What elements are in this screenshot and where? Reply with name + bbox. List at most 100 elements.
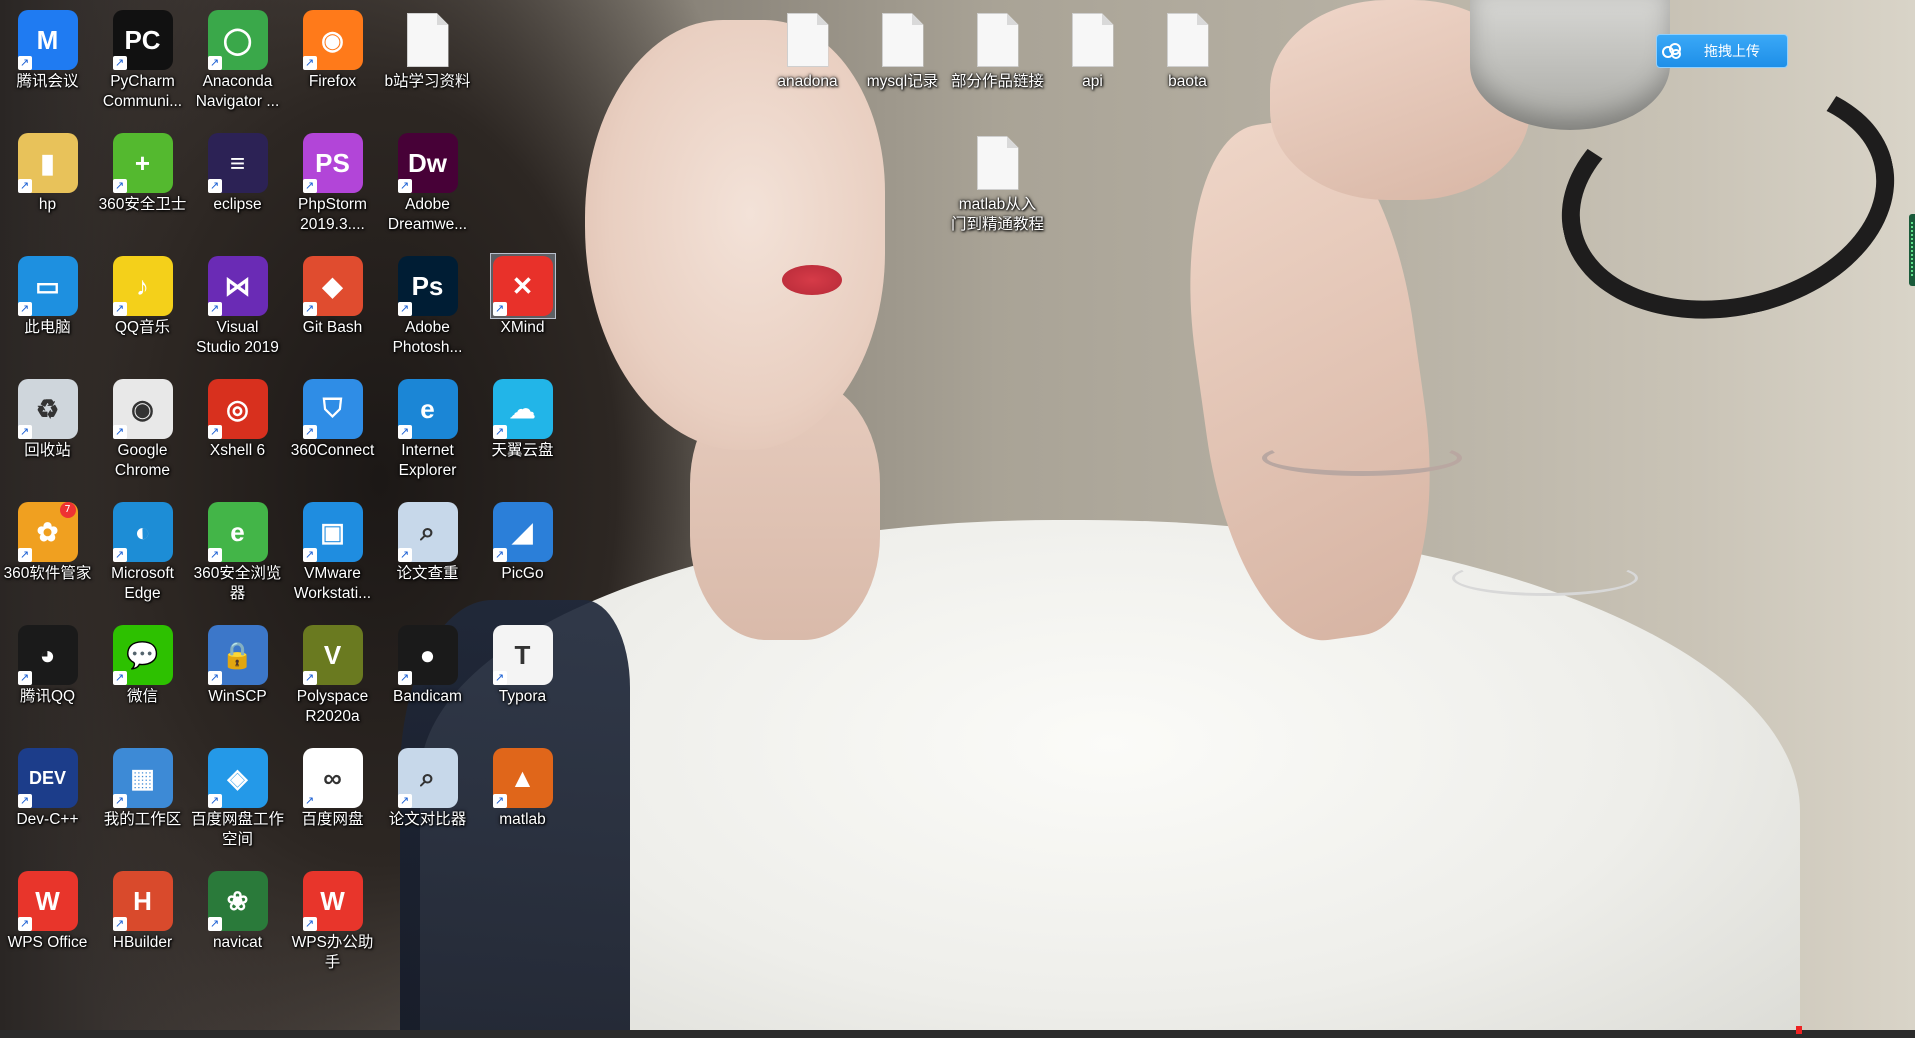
magnifier-icon: ⌕ ↗ bbox=[396, 500, 460, 564]
shortcut-arrow-icon: ↗ bbox=[397, 794, 412, 808]
typora-icon: T ↗ bbox=[491, 623, 555, 687]
shortcut-arrow-icon: ↗ bbox=[397, 548, 412, 562]
shortcut-arrow-icon: ↗ bbox=[492, 794, 507, 808]
anaconda-icon: ◯ ↗ bbox=[206, 8, 270, 72]
desktop-icon-360-browser[interactable]: e ↗ 360安全浏览 器 bbox=[190, 500, 285, 604]
desktop-icon-wps-assistant[interactable]: W ↗ WPS办公助 手 bbox=[285, 869, 380, 973]
shortcut-arrow-icon: ↗ bbox=[112, 917, 127, 931]
desktop-icon-360connect[interactable]: ⛉ ↗ 360Connect bbox=[285, 377, 380, 461]
shortcut-arrow-icon: ↗ bbox=[207, 425, 222, 439]
desktop-icon-navicat[interactable]: ❀ ↗ navicat bbox=[190, 869, 285, 953]
desktop-icon-qq-music[interactable]: ♪ ↗ QQ音乐 bbox=[95, 254, 190, 338]
desktop-icon-xshell[interactable]: ◎ ↗ Xshell 6 bbox=[190, 377, 285, 461]
workspace-icon: ▦ ↗ bbox=[111, 746, 175, 810]
desktop-icon-baidu-workspace[interactable]: ◈ ↗ 百度网盘工作 空间 bbox=[190, 746, 285, 850]
desktop-icon-dev-cpp[interactable]: DEV ↗ Dev-C++ bbox=[0, 746, 95, 830]
shortcut-arrow-icon: ↗ bbox=[112, 794, 127, 808]
desktop-icon-file[interactable]: anadona bbox=[760, 8, 855, 92]
desktop-icon-polyspace[interactable]: V ↗ Polyspace R2020a bbox=[285, 623, 380, 727]
shortcut-arrow-icon: ↗ bbox=[302, 179, 317, 193]
file-icon bbox=[871, 8, 935, 72]
desktop-icon-tencent-meeting[interactable]: M ↗ 腾讯会议 bbox=[0, 8, 95, 92]
desktop-icon-magnifier[interactable]: ⌕ ↗ 论文对比器 bbox=[380, 746, 475, 830]
desktop-icon-file[interactable]: b站学习资料 bbox=[380, 8, 475, 92]
desktop-icon-file[interactable]: 部分作品链接 bbox=[950, 8, 1045, 92]
desktop-icon-label: 我的工作区 bbox=[103, 811, 182, 828]
desktop-icon-wps-office[interactable]: W ↗ WPS Office bbox=[0, 869, 95, 953]
desktop-icon-qq-penguin[interactable]: ◕ ↗ 腾讯QQ bbox=[0, 623, 95, 707]
desktop-icon-file[interactable]: baota bbox=[1140, 8, 1235, 92]
desktop-icon-baidu-netdisk[interactable]: ∞ ↗ 百度网盘 bbox=[285, 746, 380, 830]
file-icon bbox=[396, 8, 460, 72]
desktop-icon-file[interactable]: matlab从入 门到精通教程 bbox=[950, 131, 1045, 235]
desktop-icon-360-software-manager[interactable]: ✿ ↗ 7 360软件管家 bbox=[0, 500, 95, 584]
desktop-icon-magnifier[interactable]: ⌕ ↗ 论文查重 bbox=[380, 500, 475, 584]
desktop-icon-firefox[interactable]: ◉ ↗ Firefox bbox=[285, 8, 380, 92]
desktop-icon-label: api bbox=[1082, 73, 1103, 90]
desktop-icon-chrome[interactable]: ◉ ↗ Google Chrome bbox=[95, 377, 190, 481]
magnifier-icon: ⌕ ↗ bbox=[396, 746, 460, 810]
desktop-icon-label: Bandicam bbox=[393, 688, 462, 705]
shortcut-arrow-icon: ↗ bbox=[302, 548, 317, 562]
desktop-icon-label: Internet Explorer bbox=[398, 442, 457, 479]
desktop-icon-tianyi-cloud[interactable]: ☁ ↗ 天翼云盘 bbox=[475, 377, 570, 461]
matlab-icon: ▲ ↗ bbox=[491, 746, 555, 810]
desktop-icon-vmware[interactable]: ▣ ↗ VMware Workstati... bbox=[285, 500, 380, 604]
winscp-icon: 🔒 ↗ bbox=[206, 623, 270, 687]
desktop-icon-picgo[interactable]: ◢ ↗ PicGo bbox=[475, 500, 570, 584]
desktop-icon-label: Adobe Dreamwe... bbox=[387, 196, 468, 233]
360-browser-icon: e ↗ bbox=[206, 500, 270, 564]
vmware-icon: ▣ ↗ bbox=[301, 500, 365, 564]
desktop-icon-dreamweaver[interactable]: Dw ↗ Adobe Dreamwe... bbox=[380, 131, 475, 235]
taskbar-notification-mark bbox=[1796, 1026, 1802, 1034]
desktop-icon-bandicam[interactable]: ● ↗ Bandicam bbox=[380, 623, 475, 707]
desktop-icon-file[interactable]: api bbox=[1045, 8, 1140, 92]
desktop-icon-label: matlab从入 门到精通教程 bbox=[950, 196, 1044, 233]
shortcut-arrow-icon: ↗ bbox=[397, 671, 412, 685]
desktop-icon-this-pc[interactable]: ▭ ↗ 此电脑 bbox=[0, 254, 95, 338]
desktop-icon-winscp[interactable]: 🔒 ↗ WinSCP bbox=[190, 623, 285, 707]
drag-upload-button[interactable]: 拖拽上传 bbox=[1656, 34, 1788, 68]
shortcut-arrow-icon: ↗ bbox=[207, 794, 222, 808]
desktop-icon-internet-explorer[interactable]: e ↗ Internet Explorer bbox=[380, 377, 475, 481]
desktop-icon-label: XMind bbox=[500, 319, 545, 336]
file-icon bbox=[966, 8, 1030, 72]
desktop-icon-file[interactable]: mysql记录 bbox=[855, 8, 950, 92]
desktop-icon-workspace[interactable]: ▦ ↗ 我的工作区 bbox=[95, 746, 190, 830]
desktop-icon-pycharm[interactable]: PC ↗ PyCharm Communi... bbox=[95, 8, 190, 112]
drag-upload-label: 拖拽上传 bbox=[1704, 43, 1760, 59]
desktop-icon-visual-studio[interactable]: ⋈ ↗ Visual Studio 2019 bbox=[190, 254, 285, 358]
shortcut-arrow-icon: ↗ bbox=[112, 671, 127, 685]
desktop-icon-label: 百度网盘 bbox=[301, 811, 364, 828]
desktop-icon-phpstorm[interactable]: PS ↗ PhpStorm 2019.3.... bbox=[285, 131, 380, 235]
shortcut-arrow-icon: ↗ bbox=[302, 794, 317, 808]
wps-office-icon: W ↗ bbox=[16, 869, 80, 933]
desktop-icon-typora[interactable]: T ↗ Typora bbox=[475, 623, 570, 707]
desktop-icon-label: Git Bash bbox=[302, 319, 363, 336]
desktop-icon-photoshop[interactable]: Ps ↗ Adobe Photosh... bbox=[380, 254, 475, 358]
side-widget-handle[interactable] bbox=[1909, 214, 1915, 286]
shortcut-arrow-icon: ↗ bbox=[17, 671, 32, 685]
shortcut-arrow-icon: ↗ bbox=[17, 425, 32, 439]
xshell-icon: ◎ ↗ bbox=[206, 377, 270, 441]
shortcut-arrow-icon: ↗ bbox=[112, 179, 127, 193]
desktop-icon-folder-user[interactable]: ▮ ↗ hp bbox=[0, 131, 95, 215]
shortcut-arrow-icon: ↗ bbox=[207, 56, 222, 70]
desktop-icon-recycle-bin[interactable]: ♻ ↗ 回收站 bbox=[0, 377, 95, 461]
desktop-icon-edge[interactable]: ◐ ↗ Microsoft Edge bbox=[95, 500, 190, 604]
shortcut-arrow-icon: ↗ bbox=[112, 548, 127, 562]
desktop-icon-360-safe[interactable]: + ↗ 360安全卫士 bbox=[95, 131, 190, 215]
desktop-icon-xmind[interactable]: ✕ ↗ XMind bbox=[475, 253, 570, 338]
dev-cpp-icon: DEV ↗ bbox=[16, 746, 80, 810]
qq-music-icon: ♪ ↗ bbox=[111, 254, 175, 318]
desktop-icon-anaconda[interactable]: ◯ ↗ Anaconda Navigator ... bbox=[190, 8, 285, 112]
desktop-icon-hbuilder[interactable]: H ↗ HBuilder bbox=[95, 869, 190, 953]
desktop-icon-git-bash[interactable]: ◆ ↗ Git Bash bbox=[285, 254, 380, 338]
shortcut-arrow-icon: ↗ bbox=[207, 548, 222, 562]
desktop-icon-label: 天翼云盘 bbox=[491, 442, 554, 459]
desktop-icon-matlab[interactable]: ▲ ↗ matlab bbox=[475, 746, 570, 830]
desktop-icon-eclipse[interactable]: ≡ ↗ eclipse bbox=[190, 131, 285, 215]
desktop-icon-wechat[interactable]: 💬 ↗ 微信 bbox=[95, 623, 190, 707]
dreamweaver-icon: Dw ↗ bbox=[396, 131, 460, 195]
visual-studio-icon: ⋈ ↗ bbox=[206, 254, 270, 318]
